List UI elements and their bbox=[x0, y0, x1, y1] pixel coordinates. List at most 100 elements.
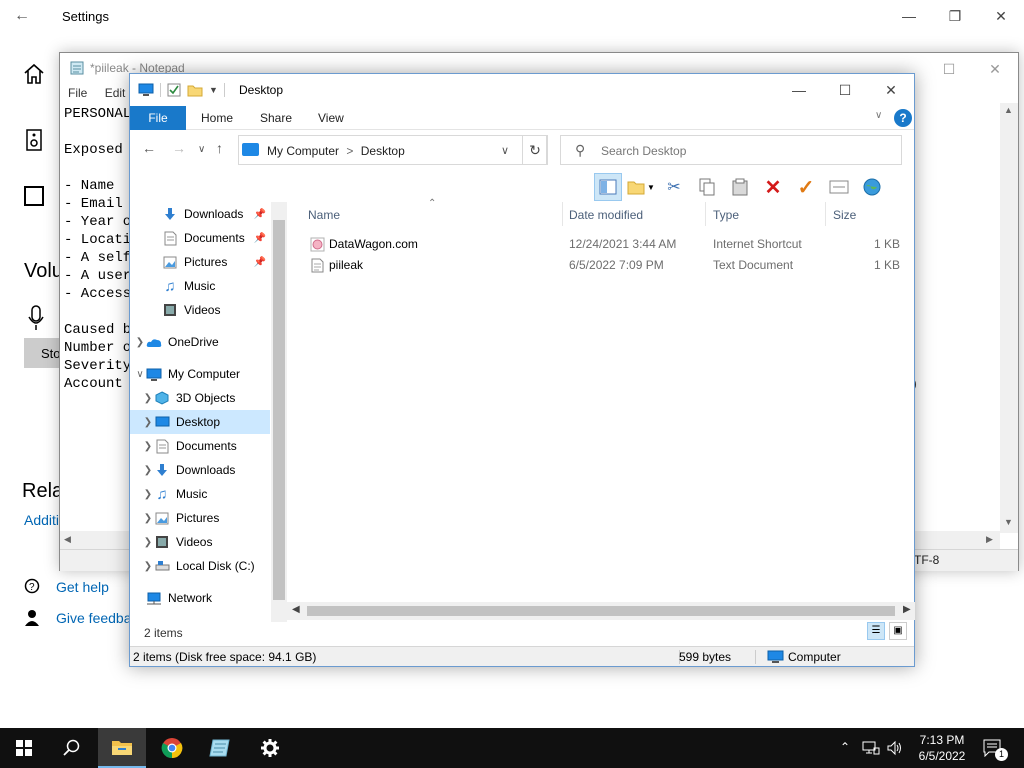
help-button[interactable]: ? bbox=[894, 109, 912, 127]
show-hidden-icons[interactable]: ⌃ bbox=[840, 740, 850, 754]
nav-item-quick-access[interactable]: Pictures 📌 bbox=[130, 250, 268, 274]
notepad-line: - Email bbox=[64, 196, 123, 212]
breadcrumb-desktop[interactable]: Desktop bbox=[361, 144, 405, 158]
nav-item-label: Documents bbox=[176, 439, 237, 453]
settings-taskbar-button[interactable] bbox=[246, 728, 294, 768]
nav-item-quick-access[interactable]: Videos bbox=[130, 298, 268, 322]
column-type[interactable]: Type bbox=[713, 208, 739, 222]
settings-checkbox[interactable] bbox=[24, 186, 44, 206]
search-box[interactable]: ⚲ Search Desktop bbox=[560, 135, 902, 165]
nav-item-computer[interactable]: ❯ Videos bbox=[130, 530, 268, 554]
folder-options-icon[interactable]: ▼ bbox=[627, 173, 655, 201]
new-folder-icon[interactable] bbox=[187, 83, 203, 97]
nav-item-computer[interactable]: ❯ Local Disk (C:) bbox=[130, 554, 268, 578]
expand-ribbon-icon[interactable]: ∨ bbox=[875, 110, 882, 121]
large-icons-view-icon[interactable]: ▣ bbox=[889, 622, 907, 640]
tab-file[interactable]: File bbox=[130, 106, 186, 130]
nav-item-computer[interactable]: ❯ Documents bbox=[130, 434, 268, 458]
maximize-button[interactable]: ❐ bbox=[932, 0, 978, 32]
expand-chevron-icon[interactable]: ∨ bbox=[134, 369, 146, 380]
nav-item-quick-access[interactable]: ♫ Music bbox=[130, 274, 268, 298]
nav-item-quick-access[interactable]: Documents 📌 bbox=[130, 226, 268, 250]
address-bar[interactable]: My Computer > Desktop ∨ bbox=[238, 135, 547, 165]
details-view-icon[interactable]: ☰ bbox=[867, 622, 885, 640]
nav-item-computer[interactable]: ❯ 3D Objects bbox=[130, 386, 268, 410]
up-icon[interactable]: ↑ bbox=[216, 140, 223, 156]
refresh-button[interactable]: ↻ bbox=[522, 135, 548, 165]
delete-icon[interactable]: ✕ bbox=[759, 173, 787, 201]
tab-view[interactable]: View bbox=[318, 111, 344, 125]
notepad-close-button[interactable]: ✕ bbox=[972, 53, 1018, 85]
nav-item-my-computer[interactable]: ∨ My Computer bbox=[130, 362, 268, 386]
expand-chevron-icon[interactable]: ❯ bbox=[142, 537, 154, 548]
tab-share[interactable]: Share bbox=[260, 111, 292, 125]
explorer-minimize-button[interactable]: — bbox=[776, 74, 822, 106]
expand-chevron-icon[interactable]: ❯ bbox=[142, 417, 154, 428]
column-name[interactable]: Name bbox=[308, 208, 340, 222]
notepad-maximize-button[interactable]: ☐ bbox=[926, 53, 972, 85]
recent-locations-icon[interactable]: ∨ bbox=[198, 144, 205, 155]
horizontal-scroll-thumb[interactable] bbox=[307, 606, 895, 616]
menu-file[interactable]: File bbox=[68, 86, 87, 100]
clock[interactable]: 7:13 PM 6/5/2022 bbox=[906, 732, 978, 764]
nav-item-computer[interactable]: ❯ Downloads bbox=[130, 458, 268, 482]
properties-card-icon[interactable] bbox=[825, 173, 853, 201]
file-list-horizontal-scrollbar[interactable]: ◀ ▶ bbox=[287, 602, 915, 620]
explorer-close-button[interactable]: ✕ bbox=[868, 74, 914, 106]
back-arrow-icon[interactable]: ← bbox=[14, 7, 30, 25]
nav-item-computer[interactable]: ❯ ♫ Music bbox=[130, 482, 268, 506]
expand-chevron-icon[interactable]: ❯ bbox=[142, 489, 154, 500]
expand-chevron-icon[interactable]: ❯ bbox=[142, 441, 154, 452]
nav-item-label: Documents bbox=[184, 231, 245, 245]
nav-item-network[interactable]: Network bbox=[130, 586, 268, 610]
view-toggle: ☰ ▣ bbox=[867, 622, 907, 640]
videos-icon bbox=[162, 302, 178, 318]
breadcrumb-my-computer[interactable]: My Computer bbox=[267, 144, 339, 158]
column-size[interactable]: Size bbox=[833, 208, 856, 222]
notepad-text-area[interactable]: PERSONAL Exposed - Name - Email - Year o - Lo… bbox=[64, 105, 131, 393]
expand-chevron-icon[interactable]: ❯ bbox=[134, 337, 146, 348]
nav-item-computer[interactable]: ❯ Pictures bbox=[130, 506, 268, 530]
notepad-taskbar-button[interactable] bbox=[196, 728, 244, 768]
expand-chevron-icon[interactable]: ❯ bbox=[142, 513, 154, 524]
notepad-vertical-scrollbar[interactable]: ▲ ▼ bbox=[1000, 103, 1018, 533]
address-dropdown-icon[interactable]: ∨ bbox=[501, 144, 509, 157]
back-icon[interactable]: ← bbox=[142, 140, 156, 156]
expand-chevron-icon[interactable]: ❯ bbox=[142, 393, 154, 404]
chrome-taskbar-button[interactable] bbox=[148, 728, 196, 768]
rename-check-icon[interactable]: ✓ bbox=[792, 173, 820, 201]
file-row[interactable]: DataWagon.com 12/24/2021 3:44 AM Interne… bbox=[300, 234, 906, 255]
cut-icon[interactable]: ✂ bbox=[660, 173, 688, 201]
column-date-modified[interactable]: Date modified bbox=[569, 208, 643, 222]
network-icon[interactable] bbox=[862, 740, 880, 756]
get-help-link[interactable]: Get help bbox=[56, 579, 109, 595]
close-button[interactable]: ✕ bbox=[978, 0, 1024, 32]
expand-chevron-icon[interactable]: ❯ bbox=[142, 465, 154, 476]
home-icon[interactable] bbox=[22, 62, 46, 86]
preview-pane-icon[interactable] bbox=[594, 173, 622, 201]
give-feedback-link[interactable]: Give feedba bbox=[56, 610, 132, 626]
customize-toolbar-icon[interactable]: ▼ bbox=[209, 85, 218, 95]
additional-settings-link[interactable]: Additi bbox=[24, 512, 59, 528]
tab-home[interactable]: Home bbox=[201, 111, 233, 125]
file-row[interactable]: piileak 6/5/2022 7:09 PM Text Document 1… bbox=[300, 255, 906, 276]
minimize-button[interactable]: — bbox=[886, 0, 932, 32]
globe-icon[interactable] bbox=[858, 173, 886, 201]
navigation-scroll-thumb[interactable] bbox=[273, 220, 285, 600]
nav-item-computer[interactable]: ❯ Desktop bbox=[130, 410, 270, 434]
file-explorer-taskbar-button[interactable] bbox=[98, 728, 146, 768]
copy-icon[interactable] bbox=[693, 173, 721, 201]
menu-edit[interactable]: Edit bbox=[105, 86, 126, 100]
expand-chevron-icon[interactable]: ❯ bbox=[142, 561, 154, 572]
paste-icon[interactable] bbox=[726, 173, 754, 201]
forward-icon[interactable]: → bbox=[172, 140, 186, 156]
volume-icon[interactable] bbox=[886, 740, 904, 756]
file-type: Text Document bbox=[713, 258, 794, 272]
nav-item-quick-access[interactable]: Downloads 📌 bbox=[130, 202, 268, 226]
navigation-scrollbar[interactable] bbox=[271, 202, 287, 622]
search-taskbar-button[interactable] bbox=[48, 728, 96, 768]
explorer-maximize-button[interactable]: ☐ bbox=[822, 74, 868, 106]
properties-icon[interactable] bbox=[167, 83, 181, 97]
nav-item-onedrive[interactable]: ❯ OneDrive bbox=[130, 330, 268, 354]
start-button[interactable] bbox=[0, 728, 48, 768]
